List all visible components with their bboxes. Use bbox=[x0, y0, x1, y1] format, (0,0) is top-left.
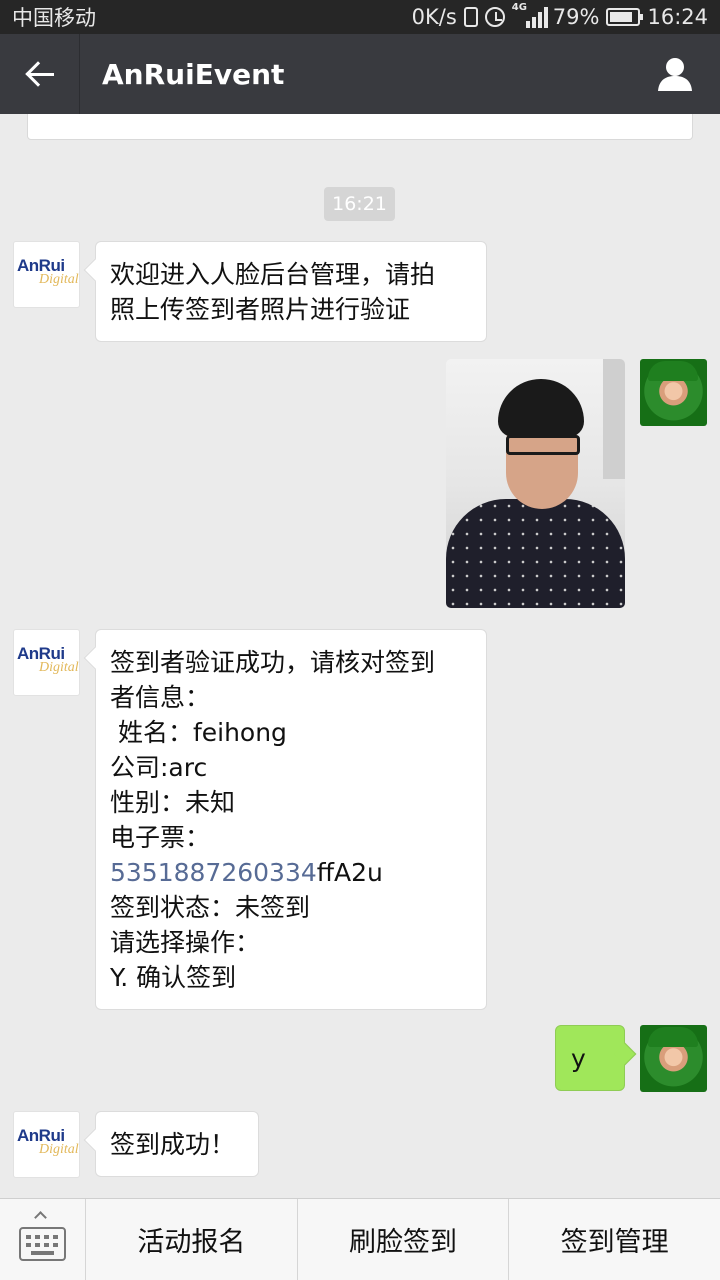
bot-avatar[interactable]: AnRui Digital bbox=[13, 1111, 80, 1178]
back-button[interactable] bbox=[0, 34, 80, 114]
message-bubble[interactable]: 签到者验证成功，请核对签到 者信息： 姓名：feihong 公司:arc 性别：… bbox=[95, 629, 487, 1010]
battery-percent: 79% bbox=[552, 5, 600, 29]
status-time: 16:24 bbox=[647, 5, 708, 29]
net-speed: 0K/s bbox=[411, 5, 457, 29]
previous-message-card bbox=[27, 114, 693, 140]
back-arrow-icon bbox=[26, 62, 54, 86]
menu-item-checkin-management[interactable]: 签到管理 bbox=[509, 1199, 720, 1280]
user-avatar[interactable] bbox=[640, 359, 707, 426]
bot-avatar[interactable]: AnRui Digital bbox=[13, 629, 80, 696]
carrier-name: 中国移动 bbox=[12, 6, 96, 30]
anrui-logo: AnRui Digital bbox=[17, 1126, 79, 1157]
chat-title: AnRuiEvent bbox=[102, 57, 285, 91]
ticket-link[interactable]: 5351887260334 bbox=[110, 858, 317, 887]
anrui-logo: AnRui Digital bbox=[17, 256, 79, 287]
user-avatar[interactable] bbox=[640, 1025, 707, 1092]
uploaded-face-photo[interactable] bbox=[446, 359, 625, 608]
network-type: 4G bbox=[511, 2, 527, 13]
status-bar: 中国移动 0K/s 4G 79% 16:24 bbox=[0, 0, 720, 34]
battery-icon bbox=[606, 8, 644, 26]
message-bubble[interactable]: 欢迎进入人脸后台管理，请拍 照上传签到者照片进行验证 bbox=[95, 241, 487, 342]
profile-button[interactable] bbox=[630, 34, 720, 114]
chat-area[interactable]: 16:21 AnRui Digital 欢迎进入人脸后台管理，请拍 照上传签到者… bbox=[0, 114, 720, 1198]
keyboard-icon bbox=[19, 1227, 66, 1261]
anrui-logo: AnRui Digital bbox=[17, 644, 79, 675]
user-message-bubble[interactable]: y bbox=[555, 1025, 625, 1091]
person-icon bbox=[658, 58, 692, 91]
vibrate-icon bbox=[463, 7, 478, 27]
bottom-menu-bar: 活动报名 刷脸签到 签到管理 bbox=[0, 1198, 720, 1280]
menu-item-face-checkin[interactable]: 刷脸签到 bbox=[298, 1199, 510, 1280]
chevron-up-icon bbox=[34, 1211, 47, 1224]
bot-avatar[interactable]: AnRui Digital bbox=[13, 241, 80, 308]
message-bubble[interactable]: 签到成功！ bbox=[95, 1111, 259, 1177]
alarm-icon bbox=[484, 7, 505, 27]
time-divider: 16:21 bbox=[324, 187, 395, 221]
ticket-line: 5351887260334ffA2u bbox=[110, 858, 383, 887]
menu-item-event-registration[interactable]: 活动报名 bbox=[86, 1199, 298, 1280]
keyboard-toggle-button[interactable] bbox=[0, 1199, 86, 1280]
title-bar: AnRuiEvent bbox=[0, 34, 720, 114]
signal-icon: 4G bbox=[512, 2, 548, 28]
